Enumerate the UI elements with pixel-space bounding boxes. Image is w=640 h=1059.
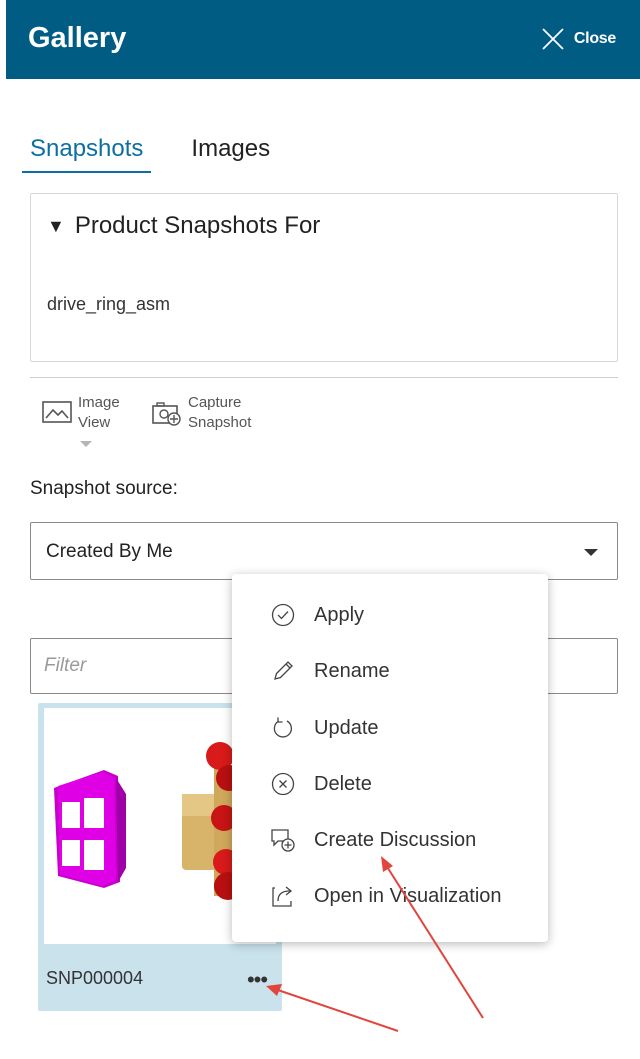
- menu-item-rename[interactable]: Rename: [232, 648, 548, 694]
- more-icon: •••: [246, 967, 268, 992]
- product-name: drive_ring_asm: [47, 294, 171, 314]
- image-view-button[interactable]: Image View: [42, 393, 120, 433]
- tab-snapshots[interactable]: Snapshots: [22, 133, 152, 173]
- panel-title: Product Snapshots For: [74, 212, 321, 239]
- tab-images[interactable]: Images: [191, 133, 270, 173]
- camera-add-icon: [152, 401, 182, 432]
- menu-label-open-in-visualization: Open in Visualization: [314, 884, 502, 907]
- panel-header[interactable]: ▼ Product Snapshots For: [47, 212, 320, 240]
- product-snapshots-panel: ▼ Product Snapshots For drive_ring_asm: [30, 193, 618, 362]
- pencil-icon: [270, 658, 296, 684]
- more-options-button[interactable]: •••: [240, 967, 274, 992]
- snapshot-source-label: Snapshot source:: [30, 478, 178, 499]
- capture-label-2: Snapshot: [188, 414, 252, 431]
- menu-label-create-discussion: Create Discussion: [314, 828, 477, 851]
- snapshot-name: SNP000004: [46, 968, 144, 988]
- x-circle-icon: [270, 771, 296, 797]
- page-title: Gallery: [28, 22, 127, 54]
- image-icon: [42, 401, 72, 428]
- image-view-label-1: Image: [78, 394, 120, 411]
- section-divider: [30, 377, 618, 378]
- close-icon: [540, 26, 566, 52]
- discussion-add-icon: [270, 827, 296, 853]
- dropdown-caret-icon[interactable]: [80, 441, 92, 447]
- chevron-down-icon: [584, 549, 598, 556]
- menu-label-apply: Apply: [314, 603, 365, 626]
- menu-item-update[interactable]: Update: [232, 705, 548, 751]
- open-external-icon: [270, 883, 296, 909]
- snapshot-source-value: Created By Me: [46, 541, 173, 562]
- menu-label-rename: Rename: [314, 659, 390, 682]
- capture-label-1: Capture: [188, 394, 242, 411]
- menu-label-update: Update: [314, 716, 379, 739]
- refresh-icon: [270, 715, 296, 741]
- menu-item-create-discussion[interactable]: Create Discussion: [232, 817, 548, 863]
- tab-bar: Snapshots Images: [22, 133, 270, 173]
- menu-label-delete: Delete: [314, 772, 372, 795]
- capture-snapshot-button[interactable]: Capture Snapshot: [152, 393, 251, 433]
- annotation-arrow-more: [266, 984, 399, 1032]
- close-label: Close: [573, 30, 616, 47]
- collapse-triangle-icon: ▼: [47, 215, 65, 236]
- close-button[interactable]: Close: [540, 24, 616, 54]
- snapshot-context-menu: Apply Rename Update Delete Create Discus…: [232, 574, 548, 942]
- check-circle-icon: [270, 602, 296, 628]
- menu-item-open-in-visualization[interactable]: Open in Visualization: [232, 873, 548, 919]
- menu-item-apply[interactable]: Apply: [232, 592, 548, 638]
- header-bar: Gallery Close: [6, 0, 640, 79]
- image-view-label-2: View: [78, 414, 111, 431]
- menu-item-delete[interactable]: Delete: [232, 761, 548, 807]
- snapshot-source-select[interactable]: Created By Me: [30, 522, 618, 580]
